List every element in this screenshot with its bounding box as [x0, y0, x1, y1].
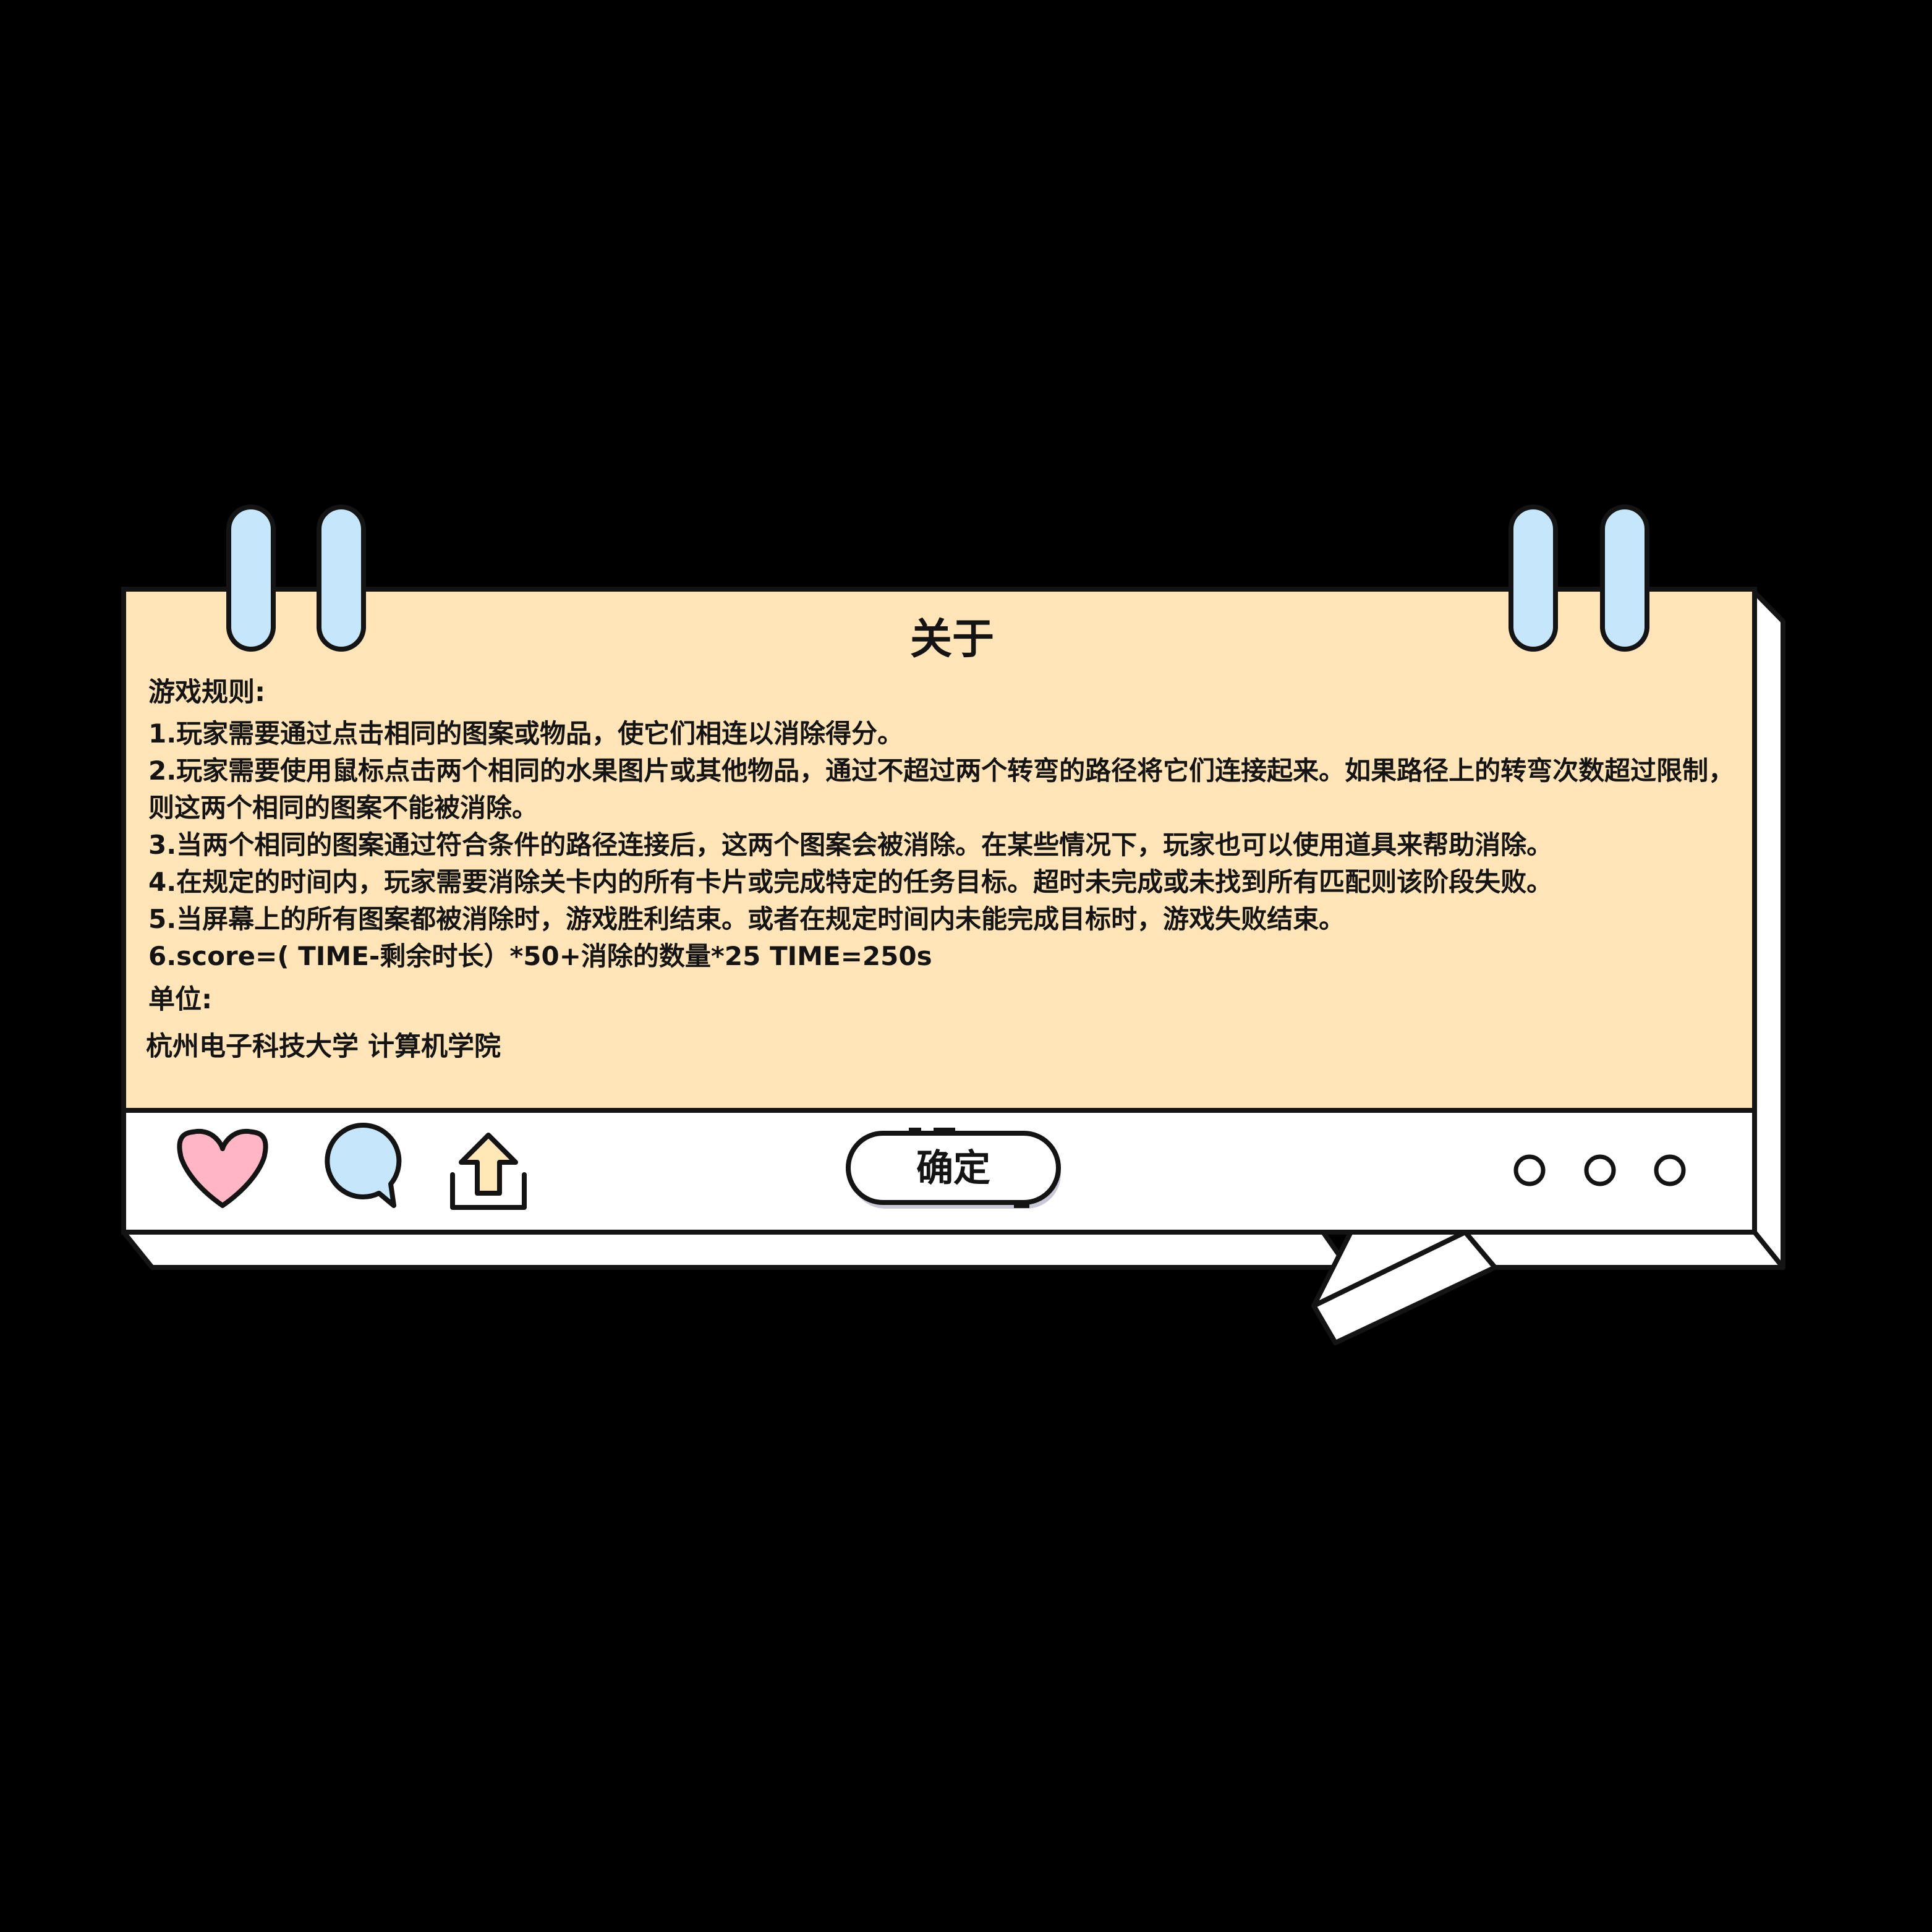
rules-heading: 游戏规则: [148, 677, 266, 708]
card-extrusion [1752, 590, 1785, 1270]
confirm-button[interactable]: 确定 [848, 1133, 1058, 1204]
card-bottom-extrusion-right [1463, 1230, 1785, 1270]
unit-heading: 单位: [148, 984, 213, 1015]
more-dots-icon[interactable] [1513, 1154, 1686, 1186]
binder-clip-4 [1600, 504, 1649, 652]
binder-clip-3 [1509, 504, 1558, 652]
binder-clip-1 [226, 504, 276, 652]
rule-item: 5.当屏幕上的所有图案都被消除时，游戏胜利结束。或者在规定时间内未能完成目标时，… [148, 904, 1345, 934]
rule-item: 2.玩家需要使用鼠标点击两个相同的水果图片或其他物品，通过不超过两个转弯的路径将… [148, 755, 1735, 823]
unit-value: 杭州电子科技大学 计算机学院 [146, 1031, 501, 1062]
binder-clip-2 [317, 504, 366, 652]
rule-item: 3.当两个相同的图案通过符合条件的路径连接后，这两个图案会被消除。在某些情况下，… [148, 830, 1553, 860]
more-dot-1 [1513, 1154, 1546, 1186]
dialog-title: 关于 [909, 615, 994, 664]
rule-item: 4.在规定的时间内，玩家需要消除关卡内的所有卡片或完成特定的任务目标。超时未完成… [148, 867, 1553, 897]
rule-item: 6.score=( TIME-剩余时长）*50+消除的数量*25 TIME=25… [148, 941, 932, 971]
rule-item: 1.玩家需要通过点击相同的图案或物品，使它们相连以消除得分。 [148, 718, 904, 749]
more-dot-3 [1654, 1154, 1686, 1186]
more-dot-2 [1584, 1154, 1616, 1186]
card-bottom-extrusion [121, 1230, 1350, 1270]
